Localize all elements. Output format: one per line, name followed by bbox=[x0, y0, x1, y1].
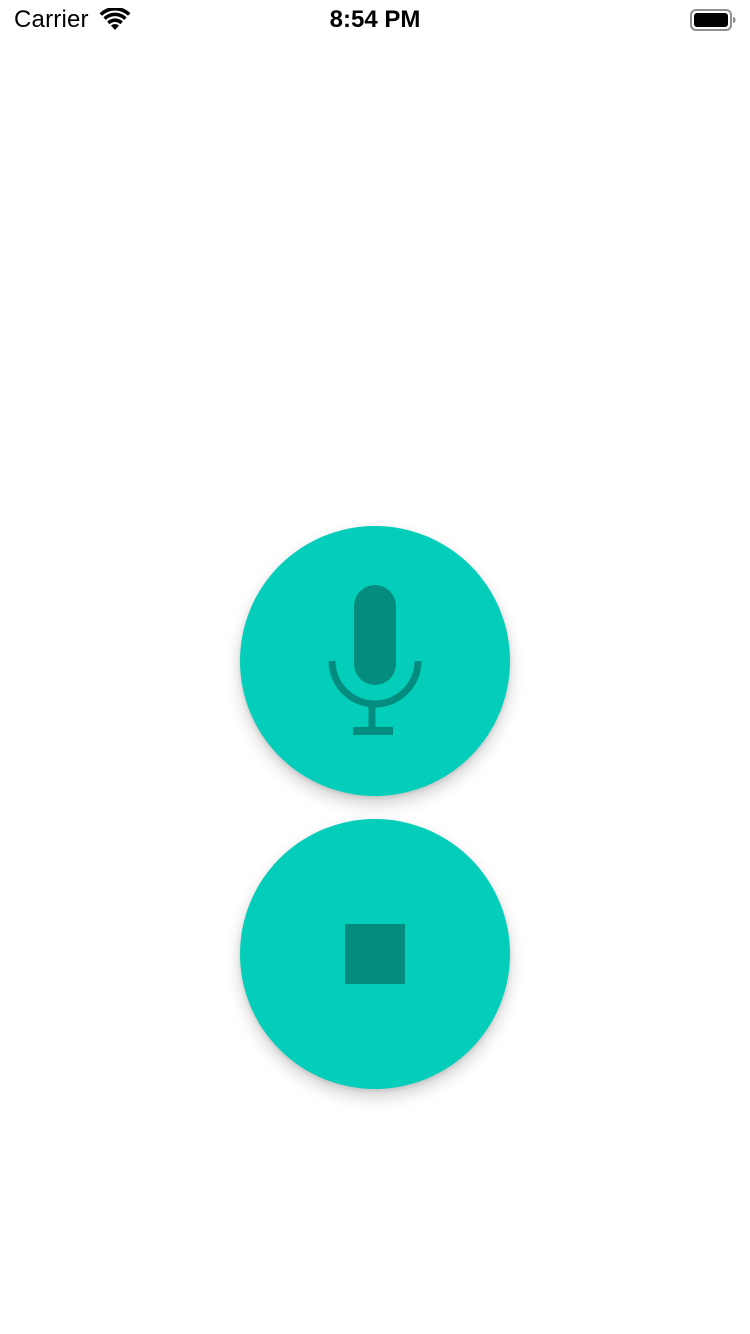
record-button[interactable] bbox=[240, 526, 510, 796]
stop-button[interactable] bbox=[240, 819, 510, 1089]
clock: 8:54 PM bbox=[329, 6, 421, 33]
microphone-icon bbox=[328, 585, 422, 735]
stop-icon bbox=[345, 924, 405, 984]
battery-icon bbox=[690, 9, 736, 31]
status-bar: Carrier 8:54 PM bbox=[0, 0, 750, 40]
app-screen: Carrier 8:54 PM bbox=[0, 0, 750, 1334]
